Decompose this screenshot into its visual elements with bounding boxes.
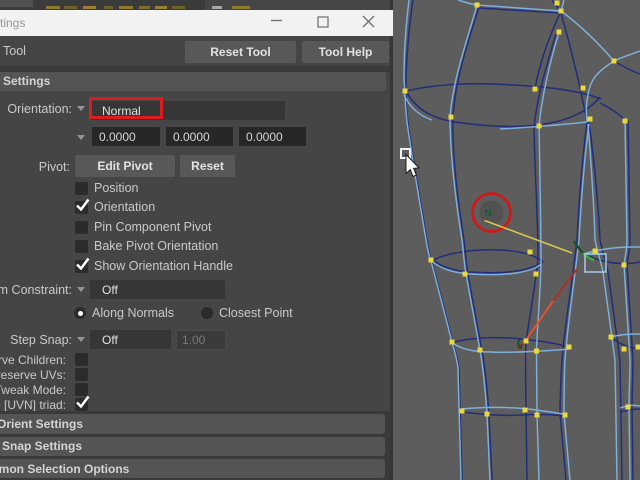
svg-text:N: N bbox=[485, 208, 492, 219]
